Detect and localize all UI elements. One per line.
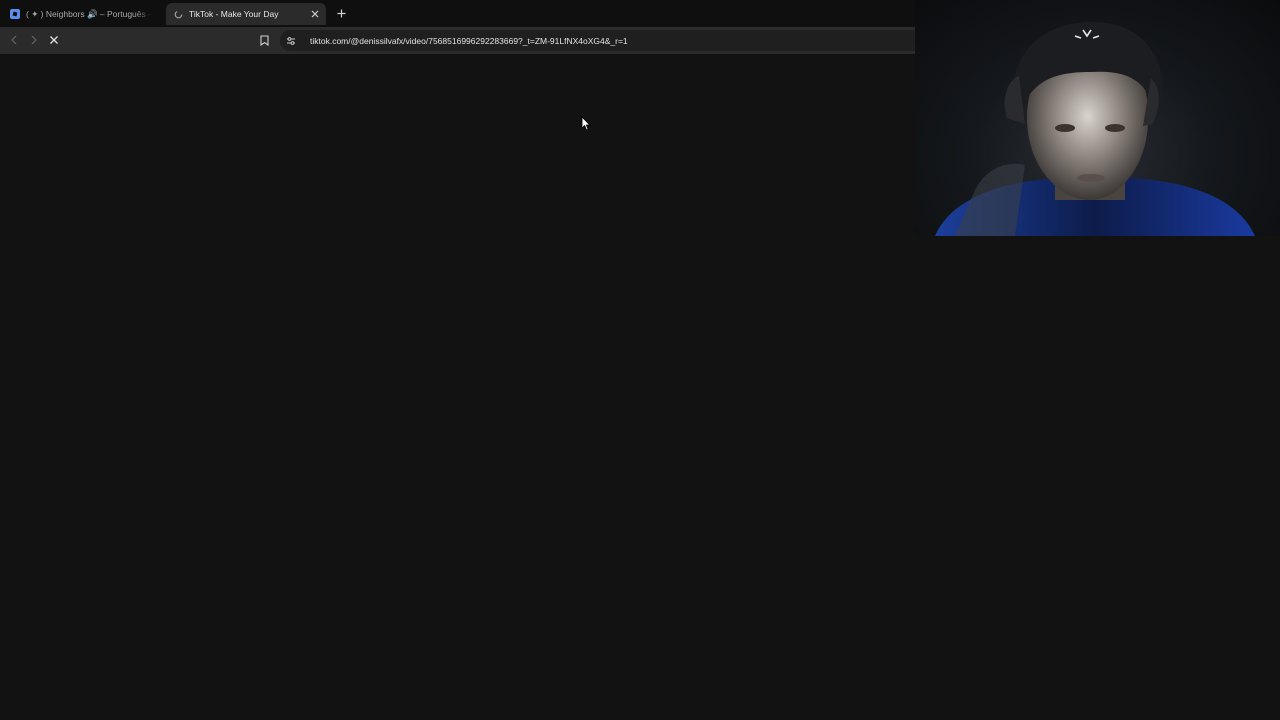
tune-icon <box>287 36 295 45</box>
plus-icon <box>337 9 345 17</box>
back-arrow-icon <box>11 35 17 45</box>
bookmark-icon <box>259 34 269 46</box>
roblox-icon <box>10 9 20 19</box>
address-bar[interactable]: tiktok.com/@denissilvafx/video/756851699… <box>280 30 916 51</box>
url-text[interactable]: tiktok.com/@denissilvafx/video/756851699… <box>310 36 628 46</box>
webcam-person-image <box>935 21 1255 236</box>
tab-roblox[interactable]: ( ✦ ) Neighbors 🔊 – Português - Roblox <box>6 3 160 25</box>
mouse-cursor-icon <box>581 116 591 131</box>
tab-title: ( ✦ ) Neighbors 🔊 – Português - Roblox <box>26 8 154 19</box>
stop-loading-button[interactable] <box>47 33 61 47</box>
bookmark-button[interactable] <box>257 33 271 47</box>
back-button[interactable] <box>7 33 21 47</box>
close-tab-button[interactable] <box>308 7 322 21</box>
webcam-feed <box>915 0 1280 236</box>
close-icon <box>311 10 319 18</box>
tab-tiktok[interactable]: TikTok - Make Your Day <box>166 3 326 25</box>
stop-loading-icon <box>50 36 58 44</box>
loading-spinner-icon <box>174 10 183 18</box>
tab-title: TikTok - Make Your Day <box>189 9 279 19</box>
forward-arrow-icon <box>31 35 37 45</box>
forward-button[interactable] <box>27 33 41 47</box>
new-tab-button[interactable] <box>334 6 348 20</box>
site-info-button[interactable] <box>285 35 297 47</box>
